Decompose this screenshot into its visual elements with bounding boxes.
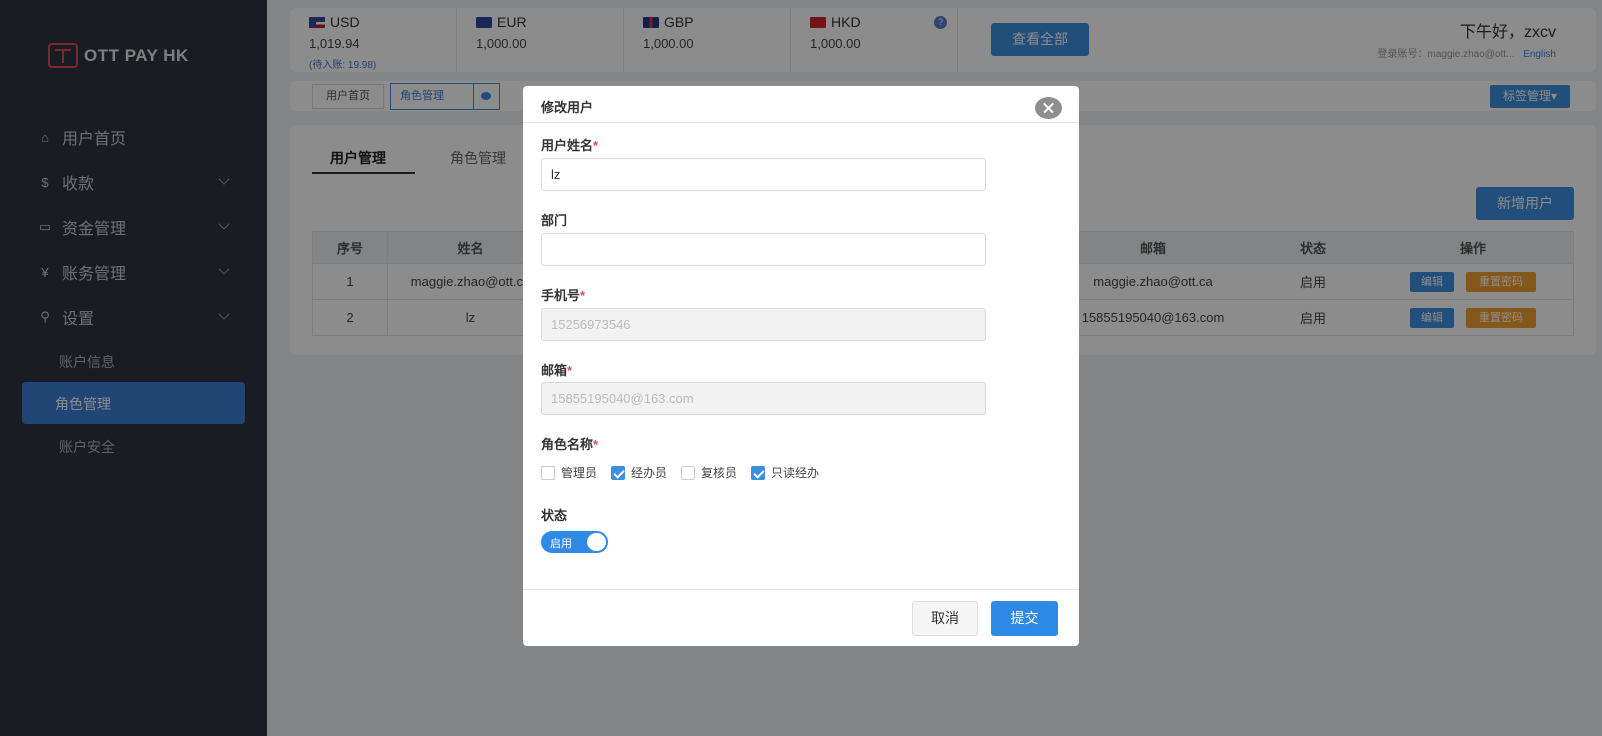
edit-user-modal: 修改用户 用户姓名* 部门 手机号* 邮箱* 角色名称* 管理员 经办员 复核员… [523,86,1079,646]
checkbox-unchecked-icon [541,465,555,480]
checkbox-unchecked-icon [681,465,696,480]
email-input [541,382,986,415]
divider [523,589,1079,590]
role-checkbox-group: 管理员 经办员 复核员 只读经办 [541,464,833,481]
department-label: 部门 [541,213,568,228]
checkbox-checked-icon [751,465,766,480]
divider [523,122,1079,123]
required-mark: * [567,363,573,378]
label-text: 邮箱 [541,363,568,378]
cancel-button[interactable]: 取消 [912,601,978,636]
status-toggle[interactable]: 启用 [541,531,608,553]
username-input[interactable] [541,158,986,191]
role-checkbox-readonly-operator[interactable]: 只读经办 [751,464,819,481]
modal-title: 修改用户 [541,100,594,115]
toggle-knob [587,533,606,551]
status-label: 状态 [541,508,568,523]
label-text: 手机号 [541,288,581,303]
label-text: 用户姓名 [541,138,594,153]
role-checkbox-operator[interactable]: 经办员 [611,464,667,481]
close-icon[interactable] [1035,97,1062,119]
required-mark: * [593,437,599,452]
submit-button[interactable]: 提交 [991,601,1058,636]
label-text: 角色名称 [541,437,594,452]
role-checkbox-reviewer[interactable]: 复核员 [681,464,737,481]
username-label: 用户姓名* [541,135,598,154]
checkbox-label: 经办员 [631,466,668,480]
department-input[interactable] [541,233,986,266]
phone-label: 手机号* [541,285,585,304]
required-mark: * [593,138,599,153]
email-label: 邮箱* [541,360,572,379]
required-mark: * [580,288,586,303]
phone-input [541,308,986,341]
checkbox-label: 只读经办 [771,466,820,480]
checkbox-label: 复核员 [701,466,738,480]
role-label: 角色名称* [541,434,598,453]
checkbox-label: 管理员 [561,466,598,480]
toggle-label: 启用 [550,538,572,550]
role-checkbox-admin[interactable]: 管理员 [541,464,597,481]
checkbox-checked-icon [611,465,626,480]
